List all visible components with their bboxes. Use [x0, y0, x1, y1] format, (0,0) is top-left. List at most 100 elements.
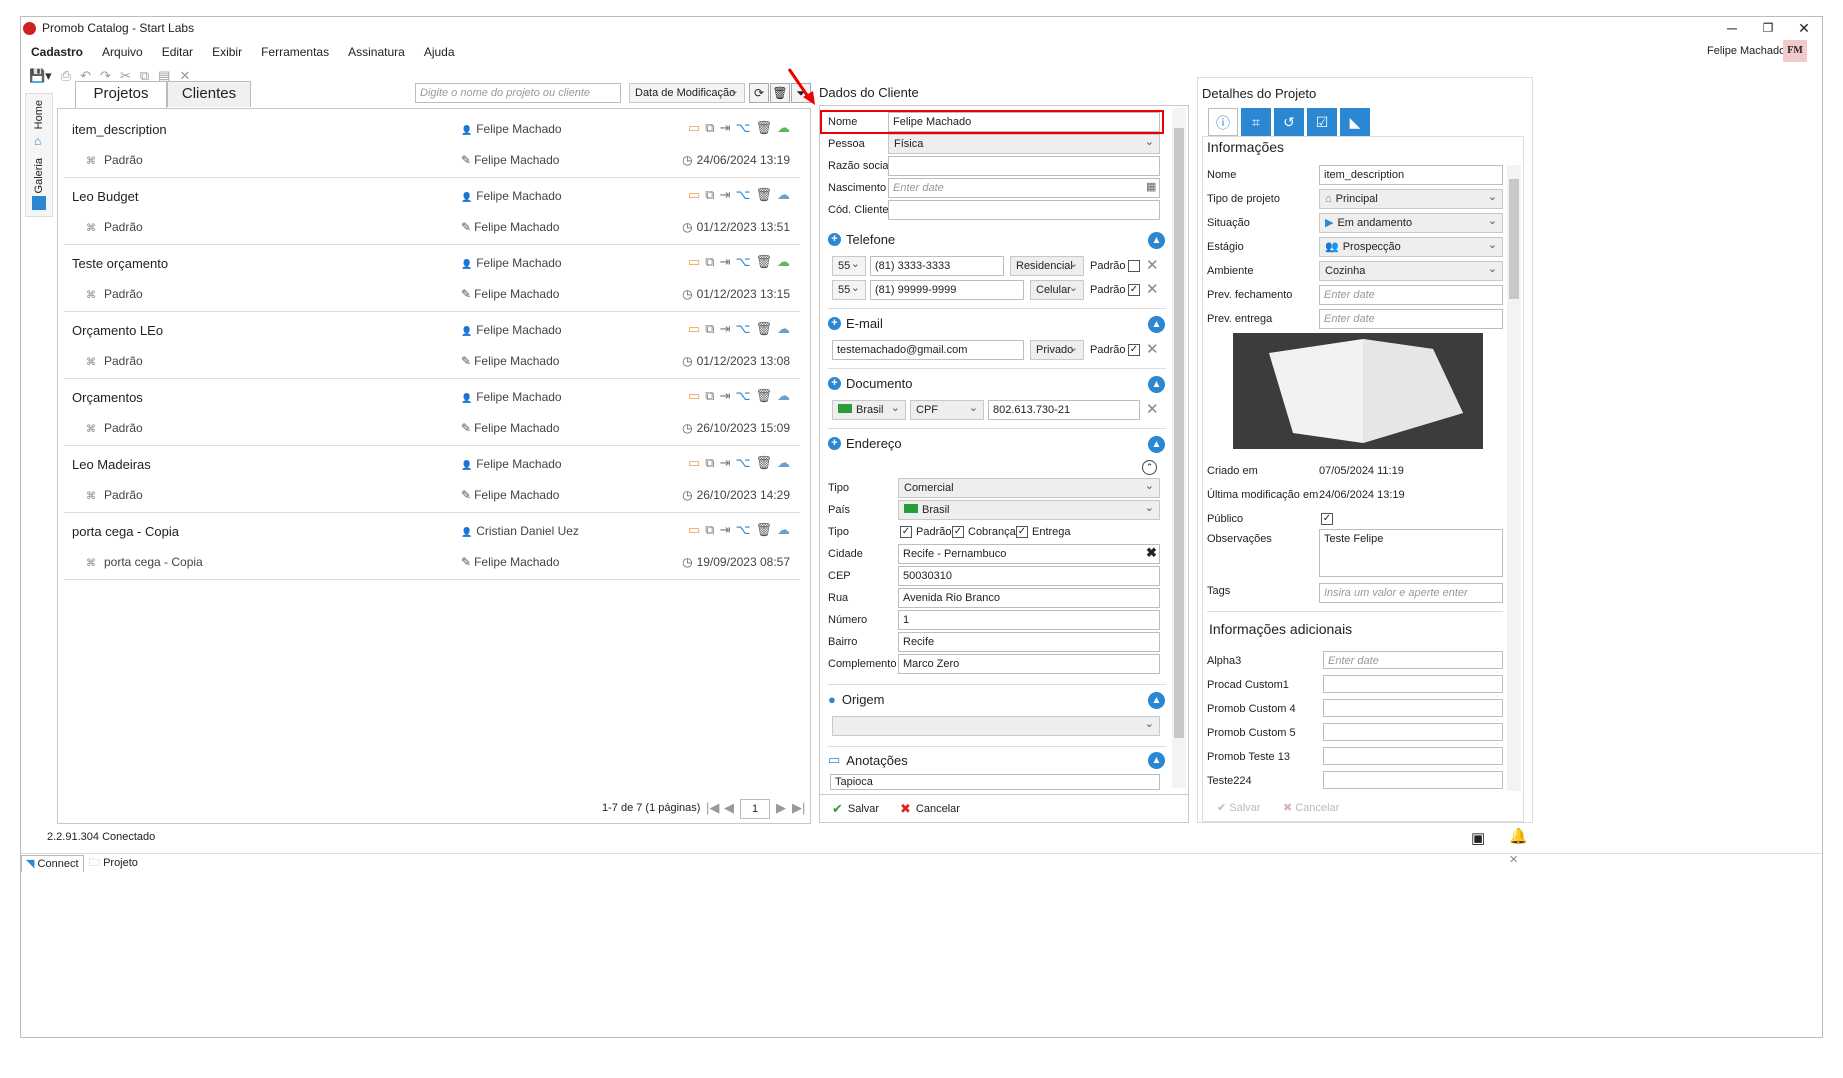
additional-field-input[interactable]	[1323, 771, 1503, 789]
phone-default-checkbox-1[interactable]	[1128, 260, 1140, 272]
client-scrollbar[interactable]	[1172, 108, 1186, 788]
phone-input-1[interactable]: (81) 3333-3333	[870, 256, 1004, 276]
checkbox-padrao[interactable]: ✓	[900, 526, 912, 538]
save-details-button[interactable]: ✔ Salvar	[1217, 801, 1260, 814]
close-icon[interactable]: ✕	[1781, 17, 1827, 39]
menu-ferramentas[interactable]: Ferramentas	[261, 45, 329, 59]
project-row[interactable]: porta cega - Copia porta cega - Copia Cr…	[64, 513, 800, 580]
details-scrollbar[interactable]	[1507, 165, 1521, 791]
side-tab-home[interactable]: Home	[33, 100, 45, 129]
notes-input[interactable]: Tapioca	[830, 774, 1160, 790]
phone-type-select-1[interactable]: Residencial	[1010, 255, 1084, 276]
prev-entrega-input[interactable]: Enter date	[1319, 309, 1503, 329]
remote-icon[interactable]: ▣	[1471, 829, 1485, 847]
document-type-select[interactable]: CPF	[910, 399, 984, 420]
complement-input[interactable]: Marco Zero	[898, 654, 1160, 674]
collapse-origin-icon[interactable]: ▲	[1148, 692, 1165, 709]
checkbox-cobranca[interactable]: ✓	[952, 526, 964, 538]
cep-input[interactable]: 50030310	[898, 566, 1160, 586]
side-tab-galeria[interactable]: Galeria	[33, 158, 45, 193]
open-folder-icon[interactable]: ▭	[688, 120, 700, 136]
add-email-icon[interactable]: +	[828, 317, 841, 330]
checkbox-entrega[interactable]: ✓	[1016, 526, 1028, 538]
share-icon[interactable]: ⌥	[736, 321, 751, 337]
duplicate-icon[interactable]: ⧉	[705, 254, 714, 270]
document-number-input[interactable]: 802.613.730-21	[988, 400, 1140, 420]
open-folder-icon[interactable]: ▭	[688, 321, 700, 337]
tab-clientes[interactable]: Clientes	[167, 81, 251, 107]
project-row[interactable]: Orçamento LEo Padrão Felipe Machado Feli…	[64, 312, 800, 379]
client-code-input[interactable]	[888, 200, 1160, 220]
duplicate-icon[interactable]: ⧉	[705, 120, 714, 136]
collapse-notes-icon[interactable]: ▲	[1148, 752, 1165, 769]
collapse-document-icon[interactable]: ▲	[1148, 376, 1165, 393]
delete-project-icon[interactable]: 🗑	[755, 388, 772, 404]
duplicate-icon[interactable]: ⧉	[705, 455, 714, 471]
save-client-button[interactable]: ✔ Salvar	[832, 801, 879, 817]
email-type-select[interactable]: Privado	[1030, 339, 1084, 360]
open-folder-icon[interactable]: ▭	[688, 522, 700, 538]
clear-city-icon[interactable]: ✖	[1146, 545, 1157, 561]
country-select[interactable]: Brasil	[898, 499, 1160, 520]
export-icon[interactable]: ⇥	[720, 388, 731, 404]
delete-project-icon[interactable]: 🗑	[755, 455, 772, 471]
delete-project-icon[interactable]: 🗑	[755, 522, 772, 538]
share-icon[interactable]: ⌥	[736, 254, 751, 270]
remove-phone-icon-2[interactable]: ✕	[1146, 280, 1159, 298]
prev-fechamento-input[interactable]: Enter date	[1319, 285, 1503, 305]
duplicate-icon[interactable]: ⧉	[705, 388, 714, 404]
next-page-icon[interactable]: ▶	[776, 800, 786, 816]
collapse-item-icon[interactable]: ⌃	[1142, 460, 1157, 475]
status-select[interactable]: ▶ Em andamento	[1319, 212, 1503, 233]
phone-default-checkbox-2[interactable]: ✓	[1128, 284, 1140, 296]
menu-assinatura[interactable]: Assinatura	[348, 45, 405, 59]
duplicate-icon[interactable]: ⧉	[705, 187, 714, 203]
project-thumbnail[interactable]	[1233, 333, 1483, 449]
delete-project-icon[interactable]: 🗑	[755, 187, 772, 203]
document-country-select[interactable]: Brasil	[832, 399, 906, 420]
calendar-icon[interactable]: ▦	[1146, 180, 1156, 193]
ddi-select[interactable]: 55	[832, 255, 866, 276]
duplicate-icon[interactable]: ⧉	[705, 321, 714, 337]
history-tab-icon[interactable]: ↺	[1274, 108, 1304, 136]
export-icon[interactable]: ⇥	[720, 187, 731, 203]
district-input[interactable]: Recife	[898, 632, 1160, 652]
sort-select[interactable]: Data de Modificação	[629, 82, 745, 103]
additional-field-input[interactable]: Enter date	[1323, 651, 1503, 669]
open-folder-icon[interactable]: ▭	[688, 455, 700, 471]
razao-social-input[interactable]	[888, 156, 1160, 176]
first-page-icon[interactable]: |◀	[706, 800, 719, 816]
additional-field-input[interactable]	[1323, 675, 1503, 693]
ddi-select-2[interactable]: 55	[832, 279, 866, 300]
collapse-address-icon[interactable]: ▲	[1148, 436, 1165, 453]
export-icon[interactable]: ⇥	[720, 321, 731, 337]
add-document-icon[interactable]: +	[828, 377, 841, 390]
public-checkbox[interactable]: ✓	[1321, 513, 1333, 525]
bell-icon[interactable]: 🔔	[1509, 827, 1528, 845]
info-tab-icon[interactable]: ⓘ	[1208, 108, 1238, 136]
menu-cadastro[interactable]: Cadastro	[31, 45, 83, 59]
add-address-icon[interactable]: +	[828, 437, 841, 450]
menu-arquivo[interactable]: Arquivo	[102, 45, 143, 59]
email-default-checkbox[interactable]: ✓	[1128, 344, 1140, 356]
address-type-select[interactable]: Comercial	[898, 477, 1160, 498]
open-folder-icon[interactable]: ▭	[688, 254, 700, 270]
client-name-input[interactable]: Felipe Machado	[888, 112, 1160, 132]
share-icon[interactable]: ⌥	[736, 522, 751, 538]
menu-ajuda[interactable]: Ajuda	[424, 45, 455, 59]
origin-select[interactable]	[832, 715, 1160, 736]
chart-tab-icon[interactable]: ◣	[1340, 108, 1370, 136]
share-icon[interactable]: ⌥	[736, 455, 751, 471]
avatar[interactable]: FM	[1783, 40, 1807, 62]
remove-email-icon[interactable]: ✕	[1146, 340, 1159, 358]
tab-projetos[interactable]: Projetos	[75, 81, 167, 109]
delete-project-icon[interactable]: 🗑	[755, 254, 772, 270]
prev-page-icon[interactable]: ◀	[724, 800, 734, 816]
share-icon[interactable]: ⌥	[736, 187, 751, 203]
tags-input[interactable]: Insira um valor e aperte enter	[1319, 583, 1503, 603]
refresh-icon[interactable]: ⟳	[749, 83, 769, 103]
pessoa-select[interactable]: Física	[888, 133, 1160, 154]
share-icon[interactable]: ⌥	[736, 120, 751, 136]
project-search-input[interactable]: Digite o nome do projeto ou cliente	[415, 83, 621, 103]
number-input[interactable]: 1	[898, 610, 1160, 630]
